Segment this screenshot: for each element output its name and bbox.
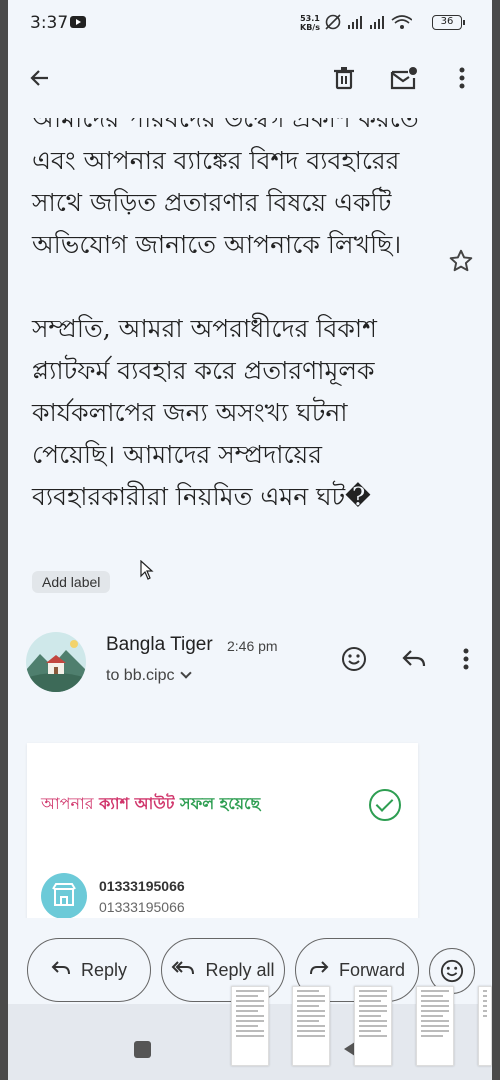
email-body: আমাদের পরিষদের উদ্বেগ প্রকাশ করতে এবং আপ… — [32, 118, 432, 560]
recipient-text: to bb.cipc — [106, 667, 175, 684]
message-time: 2:46 pm — [227, 638, 278, 654]
reply-icon — [51, 959, 71, 982]
emoji-icon — [440, 959, 464, 983]
status-time: 3:37 — [30, 13, 69, 33]
card-title-part1: আপনার — [41, 794, 94, 813]
star-button[interactable] — [448, 248, 478, 278]
avatar[interactable] — [26, 632, 86, 692]
card-title-part2: ক্যাশ আউট — [99, 794, 175, 813]
account-number-secondary: 01333195066 — [99, 899, 185, 915]
network-speed: 53.1 KB/s — [300, 14, 320, 32]
more-vert-icon — [463, 648, 469, 670]
reply-all-label: Reply all — [205, 959, 275, 980]
check-circle-icon — [369, 789, 401, 821]
account-number-primary: 01333195066 — [99, 878, 185, 894]
cashout-title: আপনার ক্যাশ আউট সফল হয়েছে — [41, 791, 260, 818]
forward-icon — [309, 959, 329, 982]
chevron-down-icon — [180, 667, 193, 679]
signal-icon — [325, 14, 413, 30]
sender-row: Bangla Tiger 2:46 pm to bb.cipc — [8, 628, 492, 698]
reply-all-icon — [171, 959, 195, 982]
screenshot-thumbnail[interactable] — [231, 986, 269, 1066]
mouse-cursor-icon — [140, 560, 154, 580]
net-speed-value: 53.1 — [300, 14, 320, 23]
screenshot-thumbnail[interactable] — [478, 986, 492, 1066]
body-paragraph-1: আমাদের পরিষদের উদ্বেগ প্রকাশ করতে এবং আপ… — [32, 118, 419, 259]
screenshot-thumbnail[interactable] — [292, 986, 330, 1066]
screenshot-thumbnail[interactable] — [416, 986, 454, 1066]
store-glyph-icon — [52, 883, 76, 906]
mark-unread-icon — [390, 67, 417, 90]
store-icon — [41, 873, 87, 918]
emoji-icon — [342, 647, 366, 671]
more-vert-icon — [459, 67, 465, 89]
reply-icon — [402, 650, 426, 667]
landscape-avatar-icon — [26, 632, 86, 692]
star-icon — [449, 249, 473, 272]
delete-button[interactable] — [326, 60, 362, 96]
reply-icon-button[interactable] — [398, 643, 430, 675]
mark-unread-button[interactable] — [386, 60, 422, 96]
status-icons — [324, 12, 413, 36]
email-content[interactable]: আমাদের পরিষদের উদ্বেগ প্রকাশ করতে এবং আপ… — [8, 118, 492, 918]
phone-screen: 3:37 53.1 KB/s 36 আমাদের পরিষদের উদ্বেগ … — [8, 0, 492, 1080]
battery-indicator: 36 — [432, 15, 465, 30]
delete-icon — [334, 67, 354, 90]
youtube-notification-icon — [70, 16, 86, 28]
screenshot-thumbnail[interactable] — [354, 986, 392, 1066]
message-more-button[interactable] — [450, 643, 482, 675]
back-arrow-icon — [30, 70, 48, 86]
back-button[interactable] — [22, 60, 58, 96]
card-title-part3: সফল হয়েছে — [180, 794, 261, 813]
recents-button[interactable] — [134, 1041, 151, 1058]
reply-button[interactable]: Reply — [27, 938, 151, 1002]
net-speed-unit: KB/s — [300, 23, 320, 32]
sender-name: Bangla Tiger — [106, 634, 213, 655]
forward-label: Forward — [338, 959, 405, 980]
add-reaction-button[interactable] — [338, 643, 370, 675]
recipient-details[interactable]: to bb.cipc — [106, 667, 193, 685]
body-paragraph-2: সম্প্রতি, আমরা অপরাধীদের বিকাশ প্ল্যাটফর… — [32, 314, 377, 511]
cashout-card: আপনার ক্যাশ আউট সফল হয়েছে 01333195066 0… — [27, 743, 418, 918]
add-label-chip[interactable]: Add label — [32, 571, 111, 593]
status-bar: 3:37 53.1 KB/s 36 — [8, 0, 492, 46]
more-options-button[interactable] — [444, 60, 480, 96]
reply-label: Reply — [80, 959, 128, 980]
email-toolbar — [8, 46, 492, 118]
